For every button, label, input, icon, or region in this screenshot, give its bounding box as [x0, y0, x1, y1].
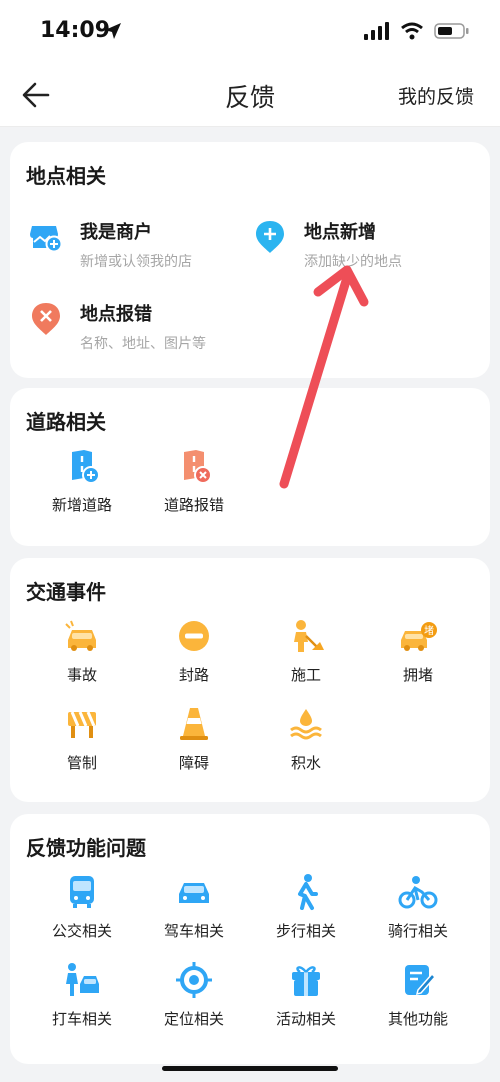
battery-icon	[434, 23, 469, 39]
drive-item[interactable]: 驾车相关	[138, 872, 250, 941]
accident-item[interactable]: 事故	[26, 616, 138, 685]
other-label: 其他功能	[387, 1010, 448, 1028]
road-closed-icon	[179, 621, 209, 651]
road-closed-item[interactable]: 封路	[138, 616, 250, 685]
traffic-card: 交通事件 事故 封路 施工 堵 拥堵 管制 障碍 积水	[10, 558, 490, 802]
accident-label: 事故	[66, 666, 97, 684]
status-time: 14:09	[40, 18, 111, 43]
signal-icon	[364, 22, 389, 40]
road-plus-icon	[72, 450, 100, 484]
status-right	[364, 22, 470, 40]
place-error-title: 地点报错	[80, 304, 152, 325]
walk-icon	[298, 874, 318, 910]
edit-icon	[405, 965, 437, 996]
shop-plus-icon	[30, 226, 63, 253]
status-bar: 14:09	[0, 0, 500, 64]
walk-item[interactable]: 步行相关	[250, 872, 362, 941]
taxi-label: 打车相关	[51, 1010, 112, 1028]
place-error-subtitle: 名称、地址、图片等	[80, 336, 206, 352]
congestion-badge: 堵	[424, 624, 434, 637]
gift-icon	[292, 966, 320, 996]
location-plus-icon	[256, 221, 284, 253]
location-arrow-icon	[105, 23, 121, 39]
place-error-item[interactable]: 地点报错 名称、地址、图片等	[28, 300, 248, 356]
bike-label: 骑行相关	[387, 922, 448, 940]
merchant-item[interactable]: 我是商户 新增或认领我的店	[28, 218, 248, 274]
road-error-item[interactable]: 道路报错	[138, 446, 250, 515]
locate-item[interactable]: 定位相关	[138, 960, 250, 1029]
function-card: 反馈功能问题 公交相关 驾车相关 步行相关 骑行相关 打车相关 定位相关 活动相…	[10, 814, 490, 1064]
taxi-item[interactable]: 打车相关	[26, 960, 138, 1029]
add-road-label: 新增道路	[51, 496, 112, 514]
locate-label: 定位相关	[163, 1010, 224, 1028]
add-place-subtitle: 添加缺少的地点	[304, 254, 402, 270]
construction-icon	[294, 620, 324, 652]
bike-icon	[398, 876, 438, 909]
bus-item[interactable]: 公交相关	[26, 872, 138, 941]
place-section-title: 地点相关	[26, 164, 106, 188]
waterlogging-item[interactable]: 积水	[250, 704, 362, 773]
traffic-section-title: 交通事件	[26, 580, 106, 604]
walk-label: 步行相关	[275, 922, 336, 940]
congestion-item[interactable]: 堵 拥堵	[362, 616, 474, 685]
add-place-item[interactable]: 地点新增 添加缺少的地点	[252, 218, 472, 274]
traffic-cone-icon	[180, 708, 208, 740]
function-section-title: 反馈功能问题	[26, 836, 146, 860]
obstacle-label: 障碍	[178, 754, 209, 772]
nav-bar: 反馈 我的反馈	[0, 64, 500, 127]
bus-label: 公交相关	[51, 922, 112, 940]
road-error-label: 道路报错	[163, 496, 224, 514]
other-item[interactable]: 其他功能	[362, 960, 474, 1029]
bus-icon	[70, 876, 94, 908]
merchant-title: 我是商户	[80, 222, 152, 243]
taxi-icon	[66, 963, 99, 996]
activity-label: 活动相关	[275, 1010, 336, 1028]
construction-label: 施工	[290, 666, 321, 684]
control-label: 管制	[66, 754, 97, 772]
road-closed-label: 封路	[178, 666, 209, 684]
bike-item[interactable]: 骑行相关	[362, 872, 474, 941]
my-feedback-link[interactable]: 我的反馈	[398, 82, 474, 109]
location-error-icon	[32, 303, 60, 335]
accident-car-icon	[65, 620, 96, 651]
drive-label: 驾车相关	[163, 922, 224, 940]
add-place-title: 地点新增	[304, 222, 376, 243]
road-card: 道路相关 新增道路 道路报错	[10, 388, 490, 546]
control-barrier-icon	[68, 711, 96, 738]
car-icon	[179, 883, 209, 903]
locate-icon	[176, 962, 212, 998]
obstacle-item[interactable]: 障碍	[138, 704, 250, 773]
construction-item[interactable]: 施工	[250, 616, 362, 685]
waterlogging-icon	[290, 709, 322, 740]
home-indicator	[162, 1066, 338, 1071]
place-card: 地点相关 我是商户 新增或认领我的店 地点新增 添加缺少的地点 地点报错 名称、…	[10, 142, 490, 378]
merchant-subtitle: 新增或认领我的店	[80, 254, 192, 270]
congestion-label: 拥堵	[402, 666, 433, 684]
road-section-title: 道路相关	[26, 410, 106, 434]
waterlogging-label: 积水	[290, 754, 321, 772]
activity-item[interactable]: 活动相关	[250, 960, 362, 1029]
wifi-icon	[401, 22, 423, 40]
control-item[interactable]: 管制	[26, 704, 138, 773]
add-road-item[interactable]: 新增道路	[26, 446, 138, 515]
congestion-icon: 堵	[401, 622, 437, 651]
road-error-icon	[184, 450, 212, 484]
